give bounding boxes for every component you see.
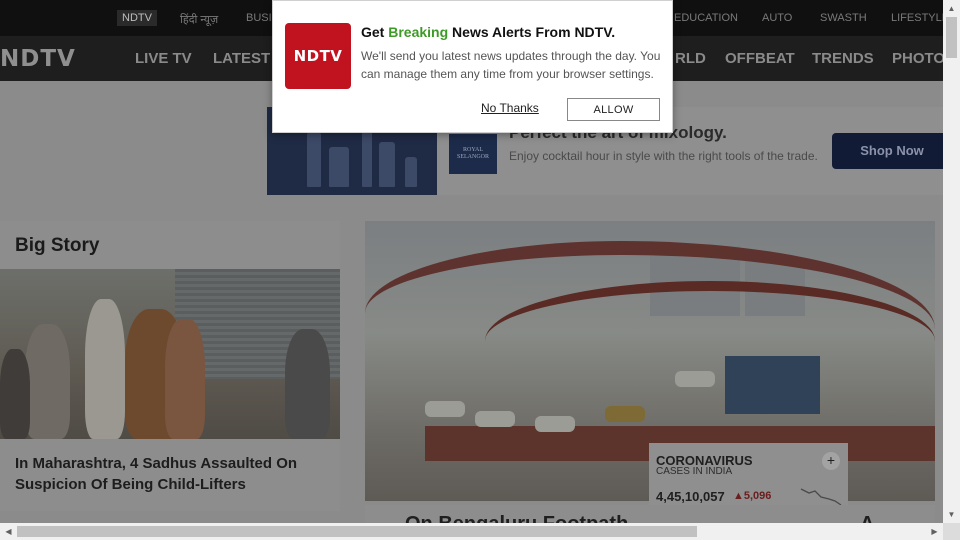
vertical-scrollbar[interactable]: ▲ ▼ bbox=[943, 0, 960, 523]
top-link-swasth[interactable]: SWASTH bbox=[820, 12, 867, 24]
nav-world[interactable]: RLD bbox=[675, 50, 706, 67]
no-thanks-button[interactable]: No Thanks bbox=[481, 101, 539, 115]
scroll-down-icon[interactable]: ▼ bbox=[943, 506, 960, 523]
top-link-lifestyle[interactable]: LIFESTYLE bbox=[891, 12, 943, 24]
covid-delta: ▲5,096 bbox=[733, 490, 772, 502]
scroll-right-icon[interactable]: ▶ bbox=[926, 523, 943, 540]
big-story-heading: Big Story bbox=[15, 235, 100, 256]
secondary-story-card[interactable]: On Bengaluru Footpath A bbox=[365, 505, 935, 523]
notification-permission-popup: NDTV Get Breaking News Alerts From NDTV.… bbox=[272, 0, 673, 133]
nav-latest[interactable]: LATEST bbox=[213, 50, 270, 67]
trend-sparkline-icon bbox=[800, 488, 842, 506]
nav-live-tv[interactable]: LIVE TV bbox=[135, 50, 192, 67]
popup-title-highlight: Breaking bbox=[388, 24, 449, 40]
allow-button[interactable]: ALLOW bbox=[567, 98, 660, 121]
nav-offbeat[interactable]: OFFBEAT bbox=[725, 50, 795, 67]
secondary-story-title[interactable]: On Bengaluru Footpath bbox=[405, 513, 628, 523]
big-story-title[interactable]: In Maharashtra, 4 Sadhus Assaulted On Su… bbox=[15, 453, 325, 495]
top-link-hindi[interactable]: हिंदी न्यूज़ bbox=[180, 12, 218, 27]
horizontal-scrollbar[interactable]: ◀ ▶ bbox=[0, 523, 943, 540]
expand-icon[interactable]: + bbox=[822, 452, 840, 470]
nav-trends[interactable]: TRENDS bbox=[812, 50, 874, 67]
scroll-left-icon[interactable]: ◀ bbox=[0, 523, 17, 540]
page: NDTV हिंदी न्यूज़ BUSI EDUCATION AUTO SW… bbox=[0, 0, 943, 523]
top-link-education[interactable]: EDUCATION bbox=[674, 12, 738, 24]
horizontal-scroll-thumb[interactable] bbox=[17, 526, 697, 537]
top-link-business[interactable]: BUSI bbox=[246, 12, 272, 24]
ad-subtitle: Enjoy cocktail hour in style with the ri… bbox=[509, 149, 818, 163]
vertical-scroll-thumb[interactable] bbox=[946, 17, 957, 58]
ad-shop-now-button[interactable]: Shop Now bbox=[832, 133, 943, 169]
secondary-story-title-right[interactable]: A bbox=[860, 513, 874, 523]
top-link-auto[interactable]: AUTO bbox=[762, 12, 792, 24]
big-story-image[interactable] bbox=[0, 269, 340, 439]
scrollbar-corner bbox=[943, 523, 960, 540]
popup-body: We'll send you latest news updates throu… bbox=[361, 49, 661, 81]
ndtv-logo[interactable]: NDTV bbox=[0, 46, 76, 72]
scroll-up-icon[interactable]: ▲ bbox=[943, 0, 960, 17]
big-story-card: Big Story In Maharashtra, 4 Sadhus Assau… bbox=[0, 221, 340, 511]
covid-subtitle: CASES IN INDIA bbox=[656, 466, 733, 477]
nav-photo[interactable]: PHOTO bbox=[892, 50, 943, 67]
popup-title: Get Breaking News Alerts From NDTV. bbox=[361, 24, 616, 40]
ndtv-popup-logo: NDTV bbox=[285, 23, 351, 89]
covid-case-count: 4,45,10,057 bbox=[656, 489, 725, 504]
ad-brand-logo: ROYAL SELANGOR bbox=[449, 134, 497, 174]
top-link-ndtv[interactable]: NDTV bbox=[117, 10, 157, 26]
